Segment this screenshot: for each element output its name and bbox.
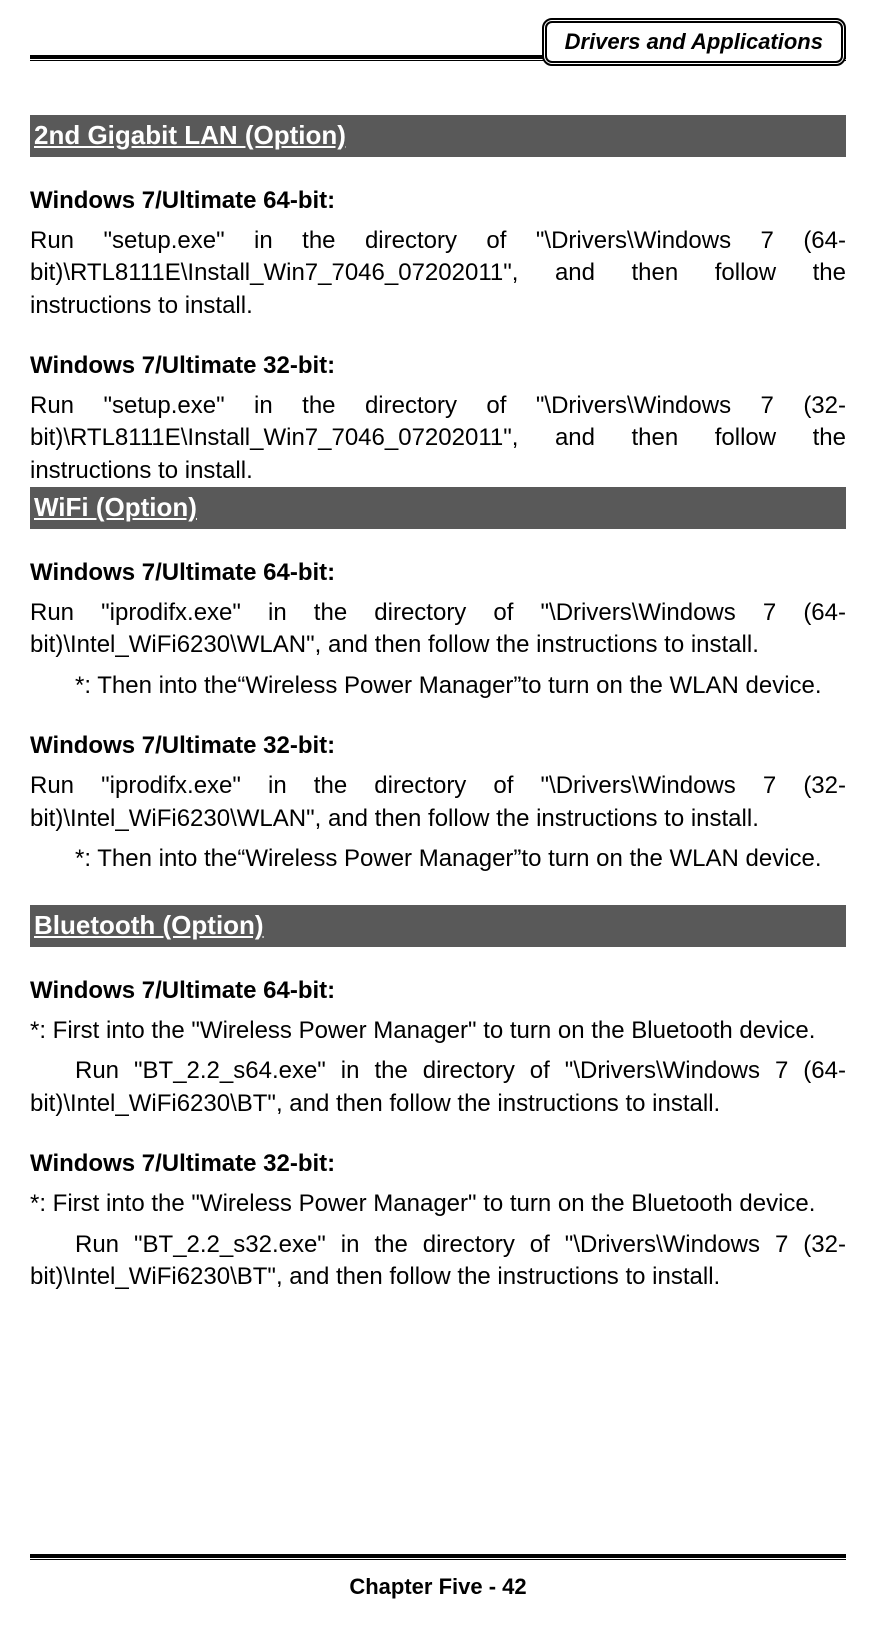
bt-win32-heading: Windows 7/Ultimate 32-bit: bbox=[30, 1150, 846, 1178]
wifi-win64-heading: Windows 7/Ultimate 64-bit: bbox=[30, 559, 846, 587]
bt-win64-body-text: Run "BT_2.2_s64.exe" in the directory of… bbox=[30, 1055, 846, 1120]
wifi-win32-note: *: Then into the“Wireless Power Manager”… bbox=[30, 843, 846, 875]
section-header-bluetooth: Bluetooth (Option) bbox=[30, 905, 846, 947]
bt-win64-body: Run "BT_2.2_s64.exe" in the directory of… bbox=[30, 1055, 846, 1120]
wifi-win32-heading: Windows 7/Ultimate 32-bit: bbox=[30, 732, 846, 760]
bottom-divider bbox=[30, 1554, 846, 1560]
wifi-win64-note: *: Then into the“Wireless Power Manager”… bbox=[30, 670, 846, 702]
wifi-win32-body: Run "iprodifx.exe" in the directory of "… bbox=[30, 770, 846, 835]
lan-win64-heading: Windows 7/Ultimate 64-bit: bbox=[30, 187, 846, 215]
bt-win32-body: Run "BT_2.2_s32.exe" in the directory of… bbox=[30, 1229, 846, 1294]
bt-win64-pre: *: First into the "Wireless Power Manage… bbox=[30, 1015, 846, 1047]
header-box: Drivers and Applications bbox=[542, 18, 846, 66]
lan-win64-body: Run "setup.exe" in the directory of "\Dr… bbox=[30, 225, 846, 322]
bt-win32-pre: *: First into the "Wireless Power Manage… bbox=[30, 1188, 846, 1220]
header-title: Drivers and Applications bbox=[565, 29, 823, 54]
bt-win64-heading: Windows 7/Ultimate 64-bit: bbox=[30, 977, 846, 1005]
page-footer: Chapter Five - 42 bbox=[0, 1574, 876, 1600]
lan-win32-heading: Windows 7/Ultimate 32-bit: bbox=[30, 352, 846, 380]
section-header-wifi: WiFi (Option) bbox=[30, 487, 846, 529]
wifi-win64-body: Run "iprodifx.exe" in the directory of "… bbox=[30, 597, 846, 662]
page-content: 2nd Gigabit LAN (Option) Windows 7/Ultim… bbox=[30, 20, 846, 1293]
section-header-lan: 2nd Gigabit LAN (Option) bbox=[30, 115, 846, 157]
bt-win32-body-text: Run "BT_2.2_s32.exe" in the directory of… bbox=[30, 1229, 846, 1294]
lan-win32-body: Run "setup.exe" in the directory of "\Dr… bbox=[30, 390, 846, 487]
